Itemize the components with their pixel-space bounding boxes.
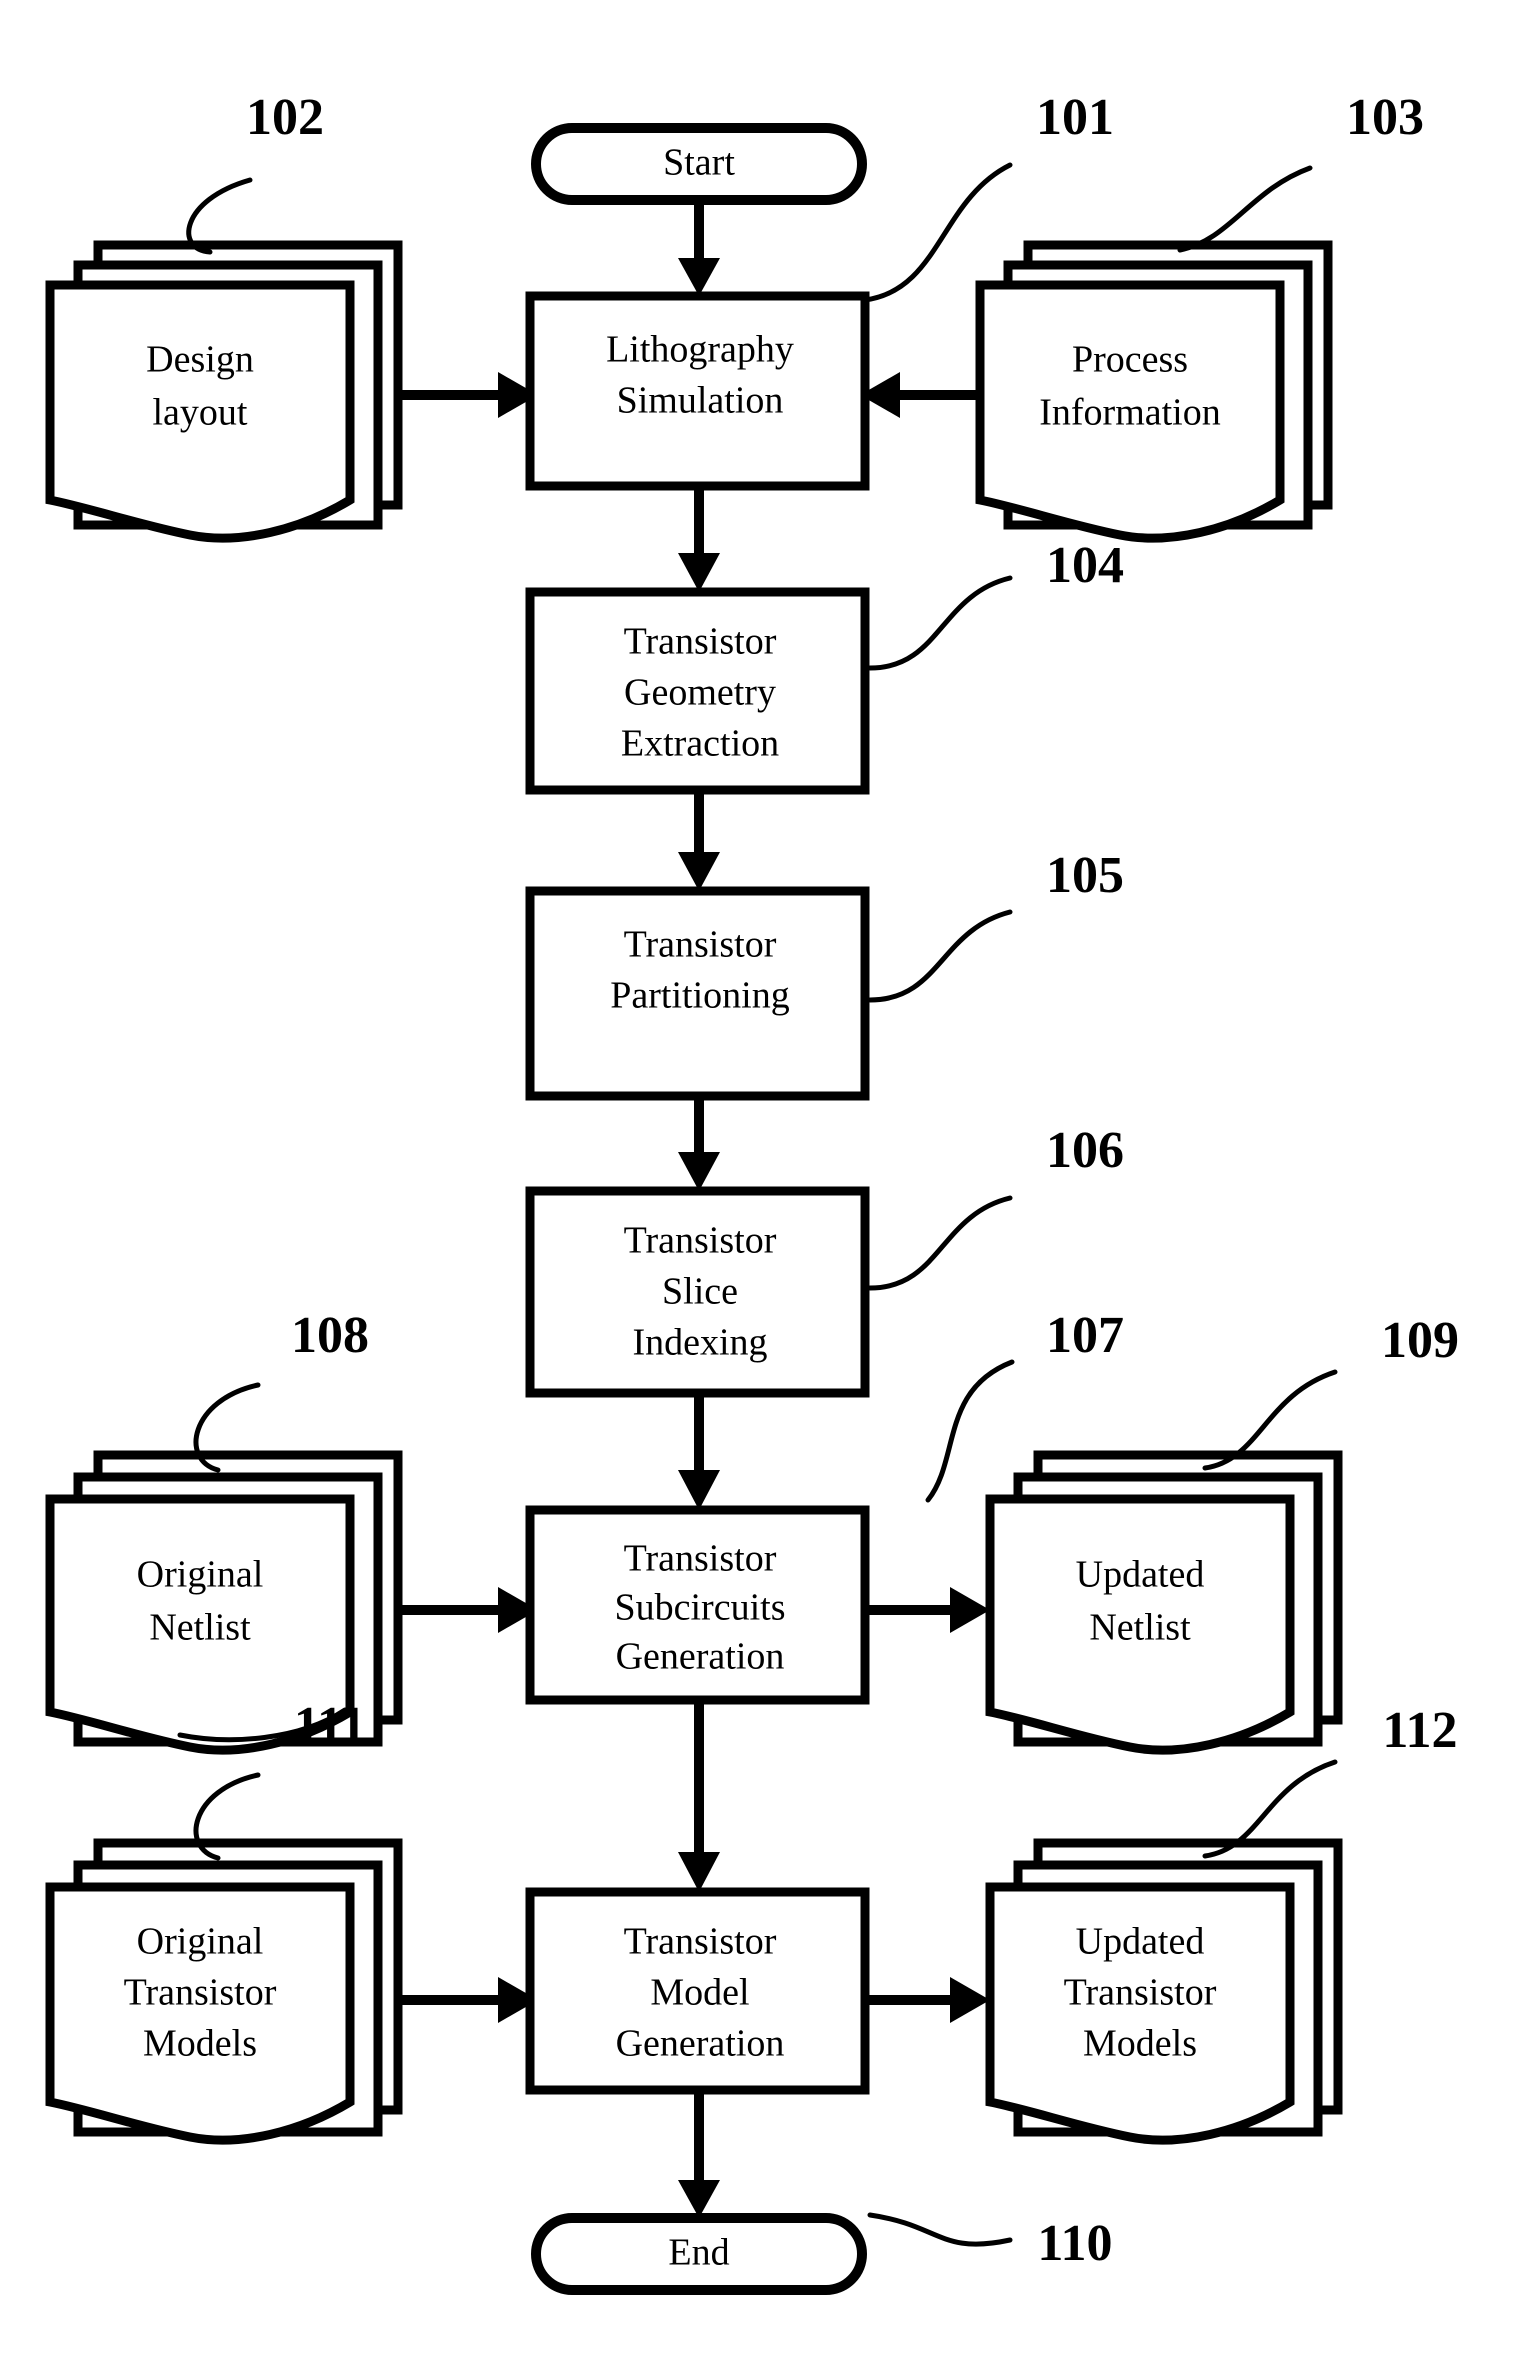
ref-numeral-103: 103 (1346, 89, 1424, 146)
ref-numeral-108: 108 (291, 1307, 369, 1364)
leader-107 (925, 1359, 1015, 1503)
arrowhead-subcircuits-to-model (678, 1852, 720, 1892)
arrowhead-start-to-lithography (678, 258, 720, 296)
arrowhead-model-gen-to-end (678, 2180, 720, 2218)
leader-104 (867, 575, 1013, 671)
arrowhead-model-gen-to-updated-models (950, 1977, 990, 2023)
process-box-partitioning[interactable]: Transistor Partitioning (525, 886, 870, 1101)
lithography-line1: Lithography (606, 329, 794, 371)
original-transistor-models-line1: Original (137, 1921, 264, 1963)
updated-transistor-models-line3: Models (1083, 2023, 1197, 2065)
arrowhead-subcircuits-to-updated-netlist (950, 1587, 990, 1633)
arrowhead-lithography-to-geometry (678, 553, 720, 592)
process-box-lithography[interactable]: Lithography Simulation (525, 291, 870, 491)
leader-105 (867, 909, 1013, 1003)
model-generation-line3: Generation (616, 2023, 785, 2065)
leader-103 (1177, 165, 1313, 253)
process-box-model-generation[interactable]: Transistor Model Generation (525, 1887, 870, 2095)
leader-101 (862, 162, 1013, 303)
end-label: End (668, 2232, 729, 2274)
arrowhead-geometry-to-partitioning (678, 852, 720, 891)
geometry-line2: Geometry (624, 672, 776, 714)
design-layout-line2: layout (153, 392, 248, 434)
updated-transistor-models-line1: Updated (1076, 1921, 1205, 1963)
ref-numeral-107: 107 (1046, 1307, 1124, 1364)
process-box-geometry[interactable]: Transistor Geometry Extraction (525, 587, 870, 795)
process-box-slice-indexing[interactable]: Transistor Slice Indexing (525, 1186, 870, 1398)
ref-numeral-111: 111 (294, 1697, 366, 1754)
ref-numeral-105: 105 (1046, 847, 1124, 904)
design-layout-line1: Design (146, 339, 254, 381)
original-transistor-models-line3: Models (143, 2023, 257, 2065)
patent-figure: Start End Lithography Simulation Transis… (0, 0, 1539, 2362)
ref-numeral-110: 110 (1037, 2215, 1112, 2272)
partitioning-line1: Transistor (624, 924, 777, 966)
subcircuits-line1: Transistor (624, 1538, 777, 1580)
ref-numeral-104: 104 (1046, 537, 1124, 594)
ref-numeral-106: 106 (1046, 1122, 1124, 1179)
start-label: Start (663, 142, 735, 184)
model-generation-line1: Transistor (624, 1921, 777, 1963)
document-stack-updated-transistor-models[interactable]: Updated Transistor Models (985, 1838, 1343, 2145)
geometry-line1: Transistor (624, 621, 777, 663)
terminator-start[interactable]: Start (531, 123, 867, 205)
subcircuits-line2: Subcircuits (615, 1587, 786, 1629)
flowchart-canvas: Start End Lithography Simulation Transis… (45, 89, 1459, 2295)
slice-indexing-line1: Transistor (624, 1220, 777, 1262)
original-transistor-models-line2: Transistor (124, 1972, 277, 2014)
terminator-end[interactable]: End (531, 2213, 867, 2295)
ref-numeral-109: 109 (1381, 1312, 1459, 1369)
process-box-subcircuits[interactable]: Transistor Subcircuits Generation (525, 1505, 870, 1705)
partitioning-line2: Partitioning (610, 975, 789, 1017)
document-stack-original-transistor-models[interactable]: Original Transistor Models (45, 1838, 403, 2145)
slice-indexing-line2: Slice (662, 1271, 738, 1313)
leader-106 (867, 1195, 1013, 1291)
leader-110 (867, 2212, 1013, 2247)
arrowhead-partitioning-to-slice (678, 1152, 720, 1191)
updated-transistor-models-line2: Transistor (1064, 1972, 1217, 2014)
original-netlist-line1: Original (137, 1554, 264, 1596)
document-stack-design-layout[interactable]: Design layout (45, 240, 403, 543)
ref-numeral-102: 102 (246, 89, 324, 146)
geometry-line3: Extraction (621, 723, 779, 765)
slice-indexing-line3: Indexing (632, 1322, 767, 1364)
subcircuits-line3: Generation (616, 1636, 785, 1678)
process-information-line1: Process (1072, 339, 1188, 381)
document-stack-process-information[interactable]: Process Information (975, 240, 1333, 543)
updated-netlist-line2: Netlist (1089, 1607, 1191, 1649)
ref-numeral-112: 112 (1382, 1702, 1457, 1759)
model-generation-line2: Model (650, 1972, 749, 2014)
original-netlist-line2: Netlist (149, 1607, 251, 1649)
ref-numeral-101: 101 (1036, 89, 1114, 146)
updated-netlist-line1: Updated (1076, 1554, 1205, 1596)
process-information-line2: Information (1039, 392, 1221, 434)
arrowhead-slice-to-subcircuits (678, 1470, 720, 1510)
lithography-line2: Simulation (617, 380, 784, 422)
document-stack-updated-netlist[interactable]: Updated Netlist (985, 1450, 1343, 1755)
